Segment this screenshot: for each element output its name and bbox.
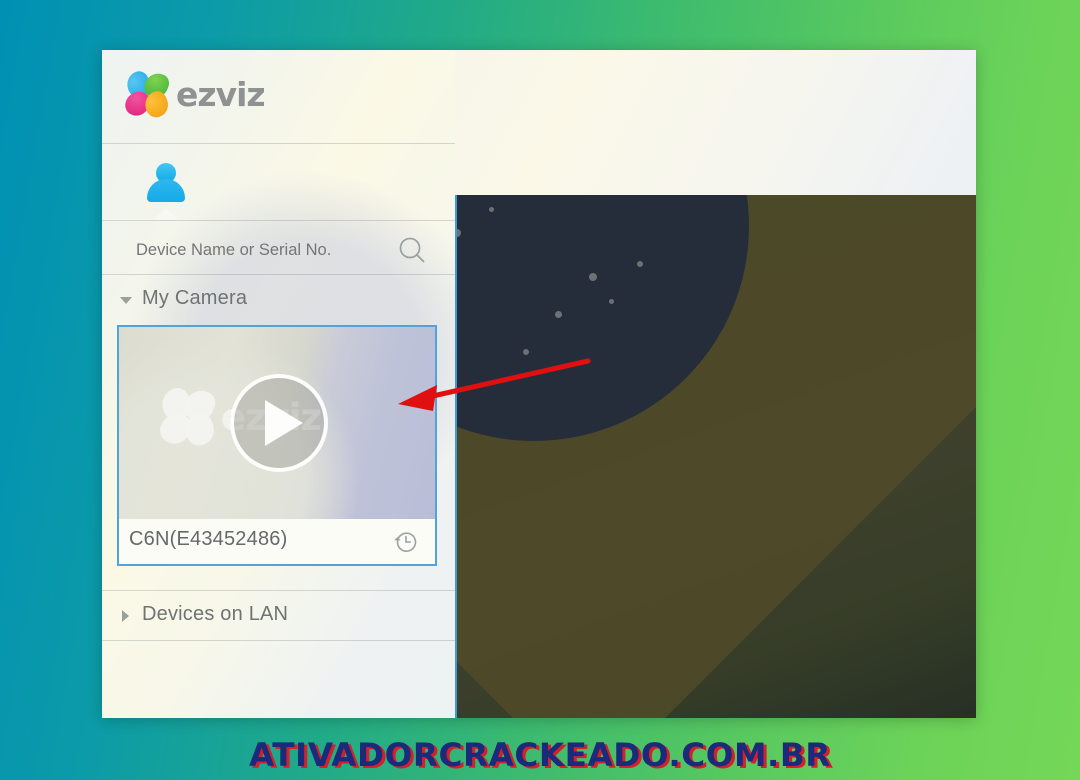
play-icon [264, 400, 303, 446]
device-name-label: C6N(E43452486) [129, 528, 288, 550]
search-divider [102, 274, 455, 275]
live-view-panel[interactable] [455, 195, 976, 718]
sidebar-bottom-divider [102, 640, 455, 641]
play-button[interactable] [230, 374, 328, 472]
ezviz-flower-logo-icon [121, 68, 172, 121]
chevron-right-icon[interactable] [122, 610, 129, 622]
thumbnail-ezviz-flower-logo-icon [155, 384, 219, 450]
lan-group-divider [102, 590, 455, 591]
sidebar-group-devices-on-lan[interactable]: Devices on LAN [102, 595, 455, 639]
search-input[interactable] [134, 237, 388, 263]
tab-account[interactable] [138, 151, 194, 213]
person-icon-body [147, 179, 185, 202]
device-thumbnail[interactable]: ezviz [119, 327, 435, 519]
sidebar-tab-strip [102, 144, 455, 220]
sidebar-group-devices-on-lan-label: Devices on LAN [142, 603, 289, 625]
logo-bar: ezviz [102, 50, 455, 143]
history-clock-icon[interactable] [391, 527, 421, 557]
search-row [102, 221, 455, 275]
sidebar-group-my-camera[interactable]: My Camera [102, 279, 455, 323]
chevron-down-icon[interactable] [120, 297, 132, 304]
person-icon [145, 162, 187, 202]
app-logo-wordmark: ezviz [176, 75, 266, 114]
search-icon[interactable] [397, 235, 427, 265]
device-card[interactable]: ezviz C6N(E43452486) [117, 325, 437, 566]
tab-selected-caret-icon [153, 208, 179, 220]
app-logo: ezviz [121, 68, 266, 121]
video-panel-dim-overlay [457, 195, 976, 718]
site-watermark: ATIVADORCRACKEADO.COM.BR [249, 736, 831, 774]
device-sidebar: ezviz My Camera [102, 50, 455, 718]
sidebar-group-my-camera-label: My Camera [142, 287, 248, 309]
ezviz-studio-window: ezviz My Camera [102, 50, 976, 718]
device-card-footer: C6N(E43452486) [119, 519, 435, 564]
